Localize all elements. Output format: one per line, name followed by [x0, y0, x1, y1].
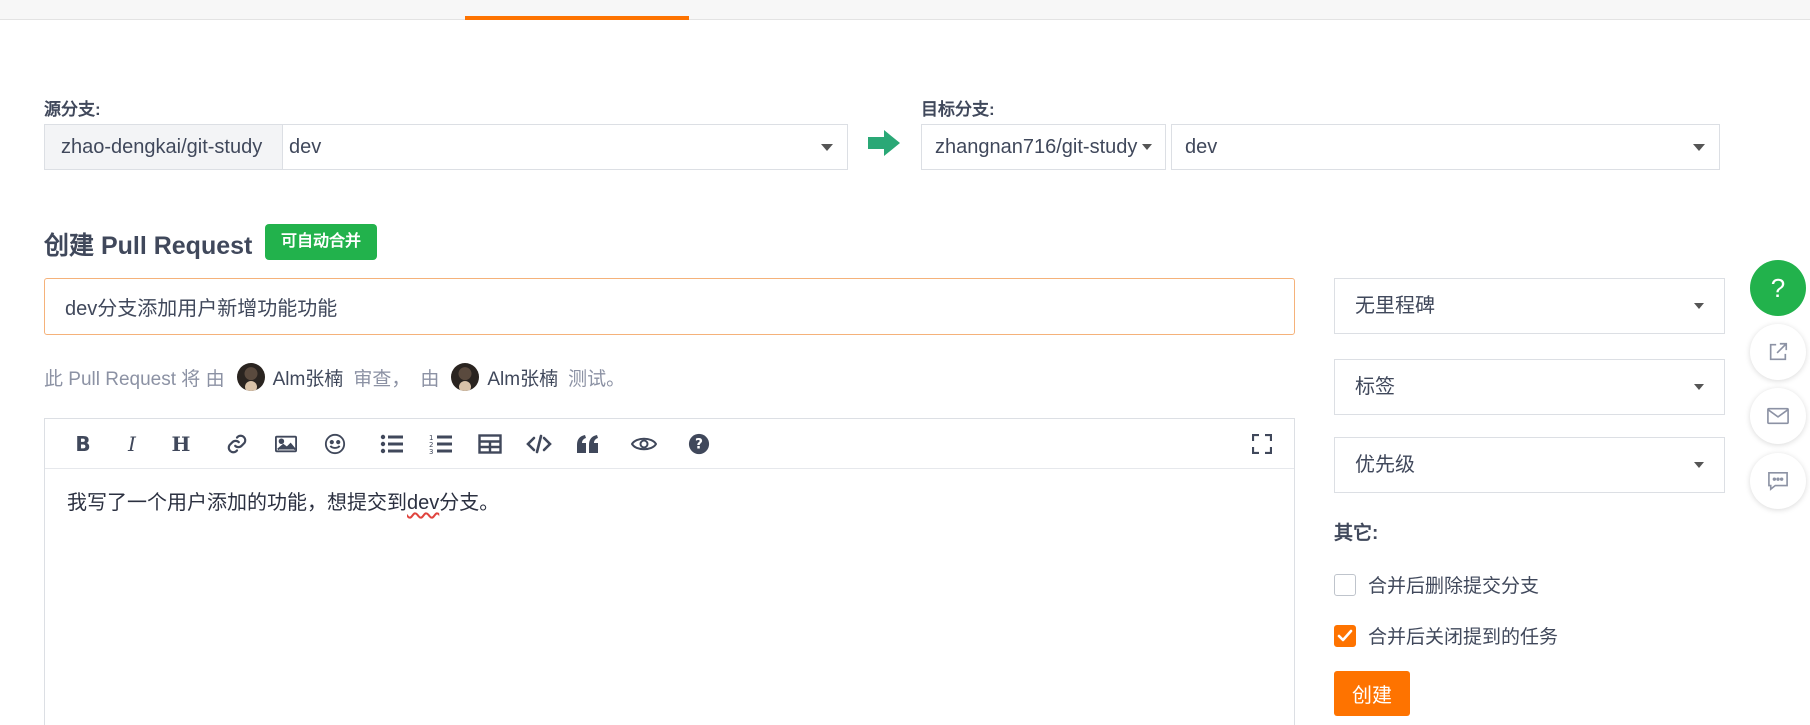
delete-branch-checkbox[interactable] — [1334, 573, 1356, 596]
close-tasks-option[interactable]: 合并后关闭提到的任务 — [1334, 622, 1558, 649]
chevron-down-icon — [821, 144, 833, 151]
italic-icon[interactable]: I — [119, 431, 145, 457]
code-icon[interactable] — [526, 431, 552, 457]
chevron-down-icon — [1142, 144, 1152, 150]
mail-icon — [1767, 407, 1789, 425]
preview-eye-icon[interactable] — [631, 431, 657, 457]
target-branch-value: dev — [1185, 136, 1218, 158]
chevron-down-icon — [1693, 144, 1705, 151]
priority-select[interactable]: 优先级 — [1334, 437, 1725, 493]
pr-title-input[interactable] — [44, 278, 1295, 335]
editor-toolbar: B I H 123 ? — [45, 419, 1294, 469]
labels-select[interactable]: 标签 — [1334, 359, 1725, 415]
svg-text:?: ? — [695, 437, 703, 453]
emoji-icon[interactable] — [322, 431, 348, 457]
by-text: 由 — [420, 368, 440, 390]
test-action-text: 测试。 — [568, 368, 626, 390]
quote-icon[interactable] — [575, 431, 601, 457]
numbered-list-icon[interactable]: 123 — [428, 431, 454, 457]
delete-branch-label: 合并后删除提交分支 — [1368, 576, 1540, 597]
share-button[interactable] — [1750, 324, 1806, 380]
target-repo-value: zhangnan716/git-study — [935, 136, 1138, 158]
checkmark-icon — [1337, 629, 1353, 641]
milestone-select[interactable]: 无里程碑 — [1334, 278, 1725, 334]
fullscreen-icon[interactable] — [1249, 431, 1275, 457]
auto-merge-badge: 可自动合并 — [265, 224, 377, 260]
top-tab-strip — [0, 0, 1810, 20]
chat-icon — [1768, 472, 1788, 491]
arrow-right-icon — [868, 130, 900, 156]
image-icon[interactable] — [273, 431, 299, 457]
mail-button[interactable] — [1750, 388, 1806, 444]
source-branch-value: dev — [289, 136, 322, 158]
help-icon[interactable]: ? — [686, 431, 712, 457]
heading-icon[interactable]: H — [168, 431, 194, 457]
tester-name[interactable]: Alm张楠 — [487, 364, 558, 391]
chevron-down-icon — [1694, 303, 1704, 309]
editor-content[interactable]: 我写了一个用户添加的功能，想提交到dev分支。 — [67, 486, 499, 515]
milestone-value: 无里程碑 — [1355, 295, 1435, 317]
question-mark-icon: ? — [1770, 272, 1786, 303]
close-tasks-label: 合并后关闭提到的任务 — [1368, 627, 1559, 648]
review-action-text: 审查， — [353, 368, 411, 390]
avatar — [236, 363, 265, 391]
chevron-down-icon — [1694, 462, 1704, 468]
target-repo-select[interactable]: zhangnan716/git-study — [921, 124, 1166, 170]
active-tab-indicator[interactable] — [465, 0, 689, 20]
reviewer-name[interactable]: Alm张楠 — [273, 364, 344, 391]
markdown-editor[interactable]: B I H 123 ? 我写了一个用户添加的功能，想提交到dev分支。 — [44, 418, 1295, 725]
chevron-down-icon — [1694, 384, 1704, 390]
target-branch-label: 目标分支: — [921, 100, 995, 119]
labels-value: 标签 — [1355, 376, 1395, 398]
chat-button[interactable] — [1750, 453, 1806, 509]
help-fab[interactable]: ? — [1750, 260, 1806, 316]
share-icon — [1769, 342, 1788, 361]
avatar — [451, 363, 480, 391]
source-branch-label: 源分支: — [44, 100, 101, 119]
target-branch-select[interactable]: dev — [1171, 124, 1720, 170]
source-branch-select[interactable]: dev — [282, 124, 848, 170]
svg-text:3: 3 — [429, 448, 433, 455]
bold-icon[interactable]: B — [70, 431, 96, 457]
page-title: 创建 Pull Request — [44, 232, 253, 260]
other-options-label: 其它: — [1334, 523, 1379, 544]
source-repo-field: zhao-dengkai/git-study — [44, 124, 282, 170]
table-icon[interactable] — [477, 431, 503, 457]
priority-value: 优先级 — [1355, 454, 1415, 476]
delete-branch-option[interactable]: 合并后删除提交分支 — [1334, 571, 1539, 598]
reviewers-line: 此 Pull Request 将 由 Alm张楠 审查， 由 Alm张楠 测试。 — [44, 362, 625, 392]
bullet-list-icon[interactable] — [379, 431, 405, 457]
reviewers-prefix: 此 Pull Request 将 由 — [44, 368, 225, 390]
link-icon[interactable] — [224, 431, 250, 457]
create-button[interactable]: 创建 — [1334, 671, 1410, 716]
close-tasks-checkbox[interactable] — [1334, 624, 1356, 647]
